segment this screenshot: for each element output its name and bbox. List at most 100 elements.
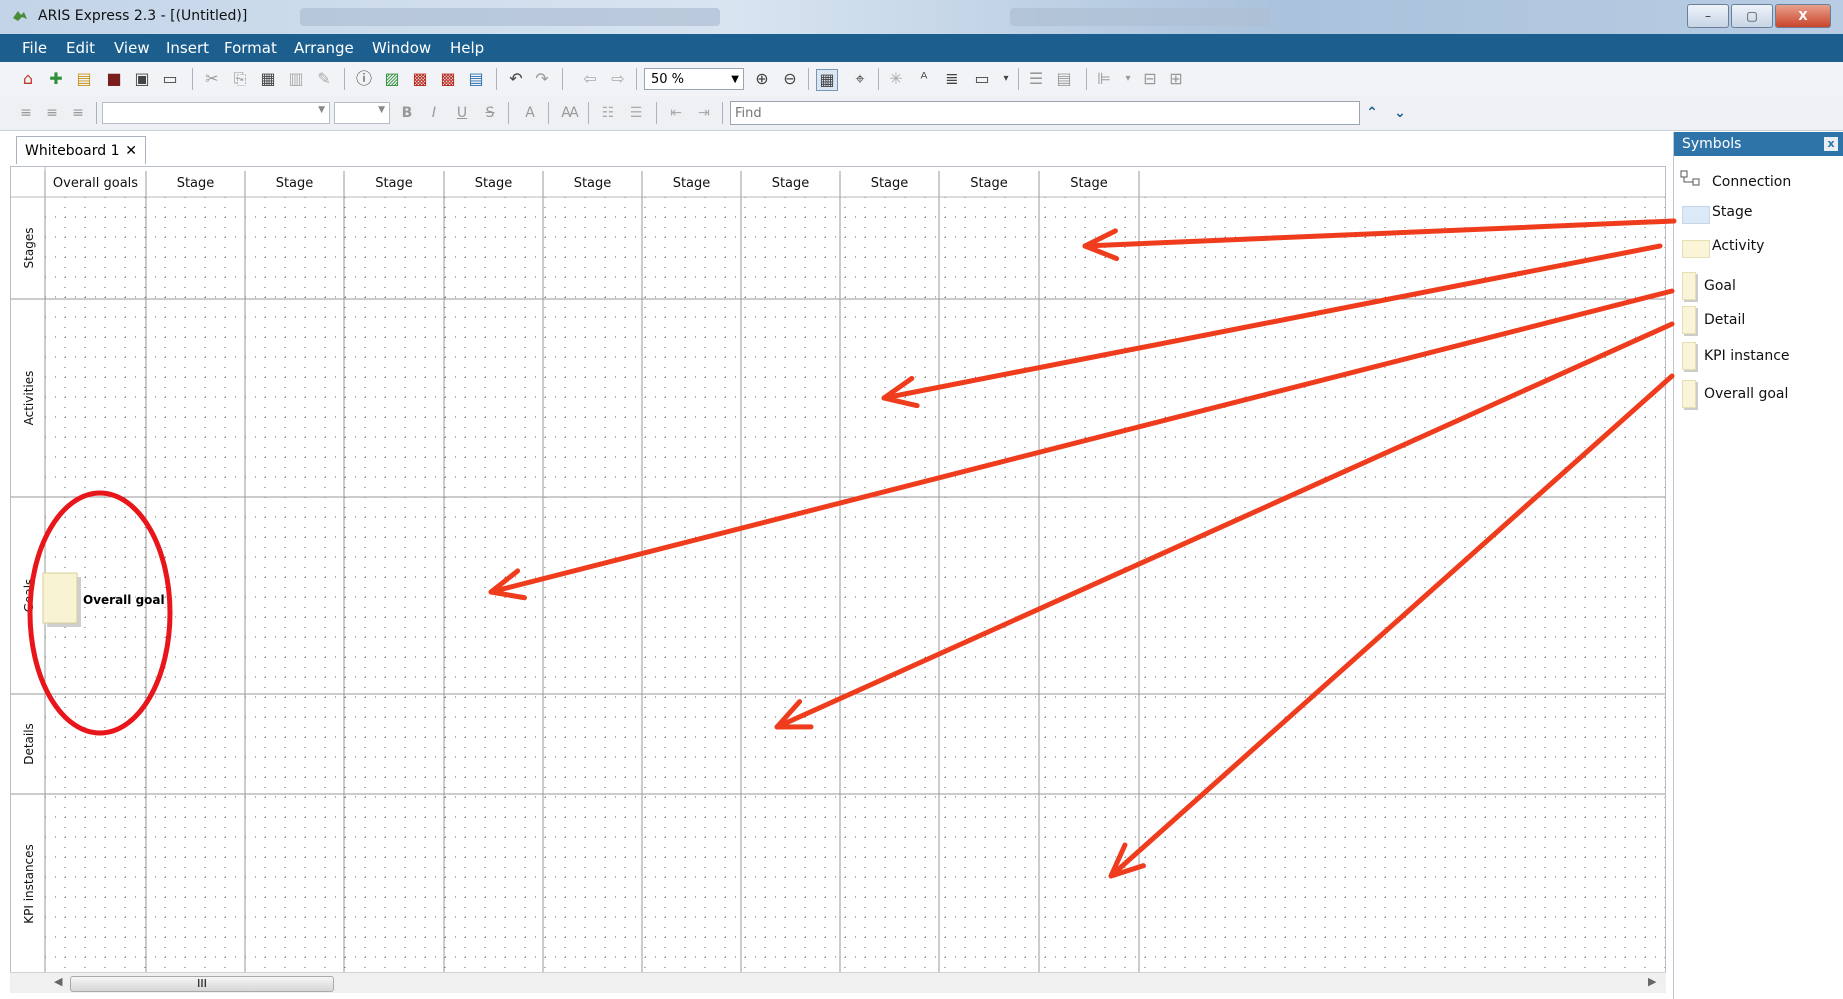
format-painter-icon[interactable]: ✎ [314, 69, 334, 89]
menu-view[interactable]: View [114, 39, 150, 57]
export-pdf-icon[interactable]: ▩ [438, 69, 458, 89]
maximize-button[interactable]: ▢ [1731, 4, 1773, 28]
outdent-icon[interactable]: ⇤ [666, 103, 686, 123]
font-size-select[interactable]: ▼ [334, 102, 390, 124]
align-center-icon[interactable]: ≡ [42, 103, 62, 123]
menu-file[interactable]: File [22, 39, 47, 57]
whiteboard-canvas[interactable]: Overall goals Stage Stage Stage Stage Stage St… [10, 166, 1666, 973]
row-header-label: Activities [22, 371, 36, 426]
open-icon[interactable]: ▤ [74, 69, 94, 89]
menu-edit[interactable]: Edit [66, 39, 95, 57]
app-icon [13, 11, 27, 21]
new-icon[interactable]: ✚ [46, 69, 66, 89]
underline-button[interactable]: U [452, 103, 472, 123]
symbol-overall-goal[interactable]: Overall goal [1674, 380, 1843, 408]
menu-arrange[interactable]: Arrange [294, 39, 354, 57]
print-icon[interactable]: ▭ [160, 69, 180, 89]
export-pdf-icon[interactable]: ▩ [410, 69, 430, 89]
export-image-icon[interactable]: ▨ [382, 69, 402, 89]
window-title: ARIS Express 2.3 - [(Untitled)] [38, 8, 248, 24]
find-input[interactable] [730, 101, 1360, 125]
grid-icon[interactable]: ▦ [816, 69, 838, 91]
chevron-down-icon[interactable]: ▾ [1118, 69, 1138, 89]
layout-icon[interactable]: ✳ [886, 69, 906, 89]
detail-shape-icon [1682, 306, 1696, 334]
paste-icon[interactable]: ▦ [258, 69, 278, 89]
group-icon[interactable]: ⊞ [1166, 69, 1186, 89]
symbols-title: Symbols [1682, 136, 1742, 152]
bullet-list-icon[interactable]: ☰ [626, 103, 646, 123]
menu-help[interactable]: Help [450, 39, 484, 57]
symbol-kpi-instance[interactable]: KPI instance [1674, 342, 1843, 370]
column-header-label: Stage [970, 176, 1008, 191]
symbol-stage[interactable]: Stage [1674, 198, 1843, 226]
font-family-select[interactable]: ▼ [102, 102, 330, 124]
numbered-list-icon[interactable]: ☷ [598, 103, 618, 123]
find-previous-icon[interactable]: ⌃ [1362, 103, 1382, 123]
stage-shape-icon [1682, 206, 1710, 224]
back-icon[interactable]: ⇦ [580, 69, 600, 89]
italic-button[interactable]: I [424, 103, 444, 123]
whiteboard-grid: Overall goals Stage Stage Stage Stage Stage St… [11, 167, 1665, 972]
align-text-icon[interactable]: ≣ [942, 69, 962, 89]
bold-button[interactable]: B [397, 103, 417, 123]
print-preview-icon[interactable]: ▣ [132, 69, 152, 89]
close-icon[interactable]: ✕ [125, 137, 137, 165]
font-color-icon[interactable]: A [520, 103, 540, 123]
column-header-label: Stage [375, 176, 413, 191]
symbol-detail[interactable]: Detail [1674, 306, 1843, 334]
tab-whiteboard-1[interactable]: Whiteboard 1 ✕ [16, 136, 146, 164]
minimize-button[interactable]: – [1687, 4, 1729, 28]
chevron-down-icon[interactable]: ▾ [996, 69, 1016, 89]
column-header-label: Overall goals [53, 176, 138, 191]
activity-shape-icon [1682, 240, 1710, 258]
zoom-in-icon[interactable]: ⊕ [752, 69, 772, 89]
overall-goal-label: Overall goal [83, 593, 165, 607]
delete-icon[interactable]: ▥ [286, 69, 306, 89]
align-icon[interactable]: ⊫ [1094, 69, 1114, 89]
strike-button[interactable]: S [480, 103, 500, 123]
scroll-right-icon[interactable]: ▶ [1648, 975, 1656, 988]
copy-icon[interactable]: ⎘ [230, 69, 250, 89]
shape-fill-icon[interactable]: ▭ [972, 69, 992, 89]
pointer-icon[interactable]: ⌖ [850, 69, 870, 89]
symbols-header: Symbols x [1674, 132, 1843, 156]
indent-icon[interactable]: ⇥ [694, 103, 714, 123]
text-icon[interactable]: ᴬ [914, 69, 934, 89]
bring-front-icon[interactable]: ☰ [1026, 69, 1046, 89]
cut-icon[interactable]: ✂ [202, 69, 222, 89]
align-right-icon[interactable]: ≡ [68, 103, 88, 123]
undo-icon[interactable]: ↶ [506, 69, 526, 89]
symbol-connection[interactable]: Connection [1674, 168, 1843, 196]
column-header-label: Stage [276, 176, 314, 191]
export-rtf-icon[interactable]: ▤ [466, 69, 486, 89]
zoom-out-icon[interactable]: ⊖ [780, 69, 800, 89]
zoom-select[interactable]: 50 % ▼ [644, 68, 744, 90]
forward-icon[interactable]: ⇨ [608, 69, 628, 89]
redo-icon[interactable]: ↷ [532, 69, 552, 89]
send-back-icon[interactable]: ▤ [1054, 69, 1074, 89]
save-icon[interactable]: ■ [104, 69, 124, 89]
menu-window[interactable]: Window [372, 39, 431, 57]
close-button[interactable]: X [1775, 4, 1831, 28]
horizontal-scrollbar[interactable]: ◀ III ▶ [10, 972, 1666, 993]
text-wrap-icon[interactable]: Ꜳ [560, 103, 580, 123]
find-next-icon[interactable]: ⌄ [1390, 103, 1410, 123]
home-icon[interactable]: ⌂ [18, 69, 38, 89]
column-header-label: Stage [871, 176, 909, 191]
symbol-goal[interactable]: Goal [1674, 272, 1843, 300]
column-header-label: Stage [475, 176, 513, 191]
column-header-label: Stage [574, 176, 612, 191]
symbol-activity[interactable]: Activity [1674, 232, 1843, 260]
scroll-thumb[interactable]: III [70, 976, 334, 992]
close-icon[interactable]: x [1824, 137, 1838, 151]
distribute-icon[interactable]: ⊟ [1140, 69, 1160, 89]
menu-format[interactable]: Format [224, 39, 277, 57]
symbol-label: Activity [1712, 238, 1765, 254]
align-left-icon[interactable]: ≡ [16, 103, 36, 123]
column-header-strip [11, 167, 1665, 197]
scroll-left-icon[interactable]: ◀ [54, 975, 62, 988]
info-icon[interactable]: ⓘ [354, 69, 374, 89]
menu-insert[interactable]: Insert [166, 39, 209, 57]
chevron-down-icon: ▼ [318, 105, 325, 115]
